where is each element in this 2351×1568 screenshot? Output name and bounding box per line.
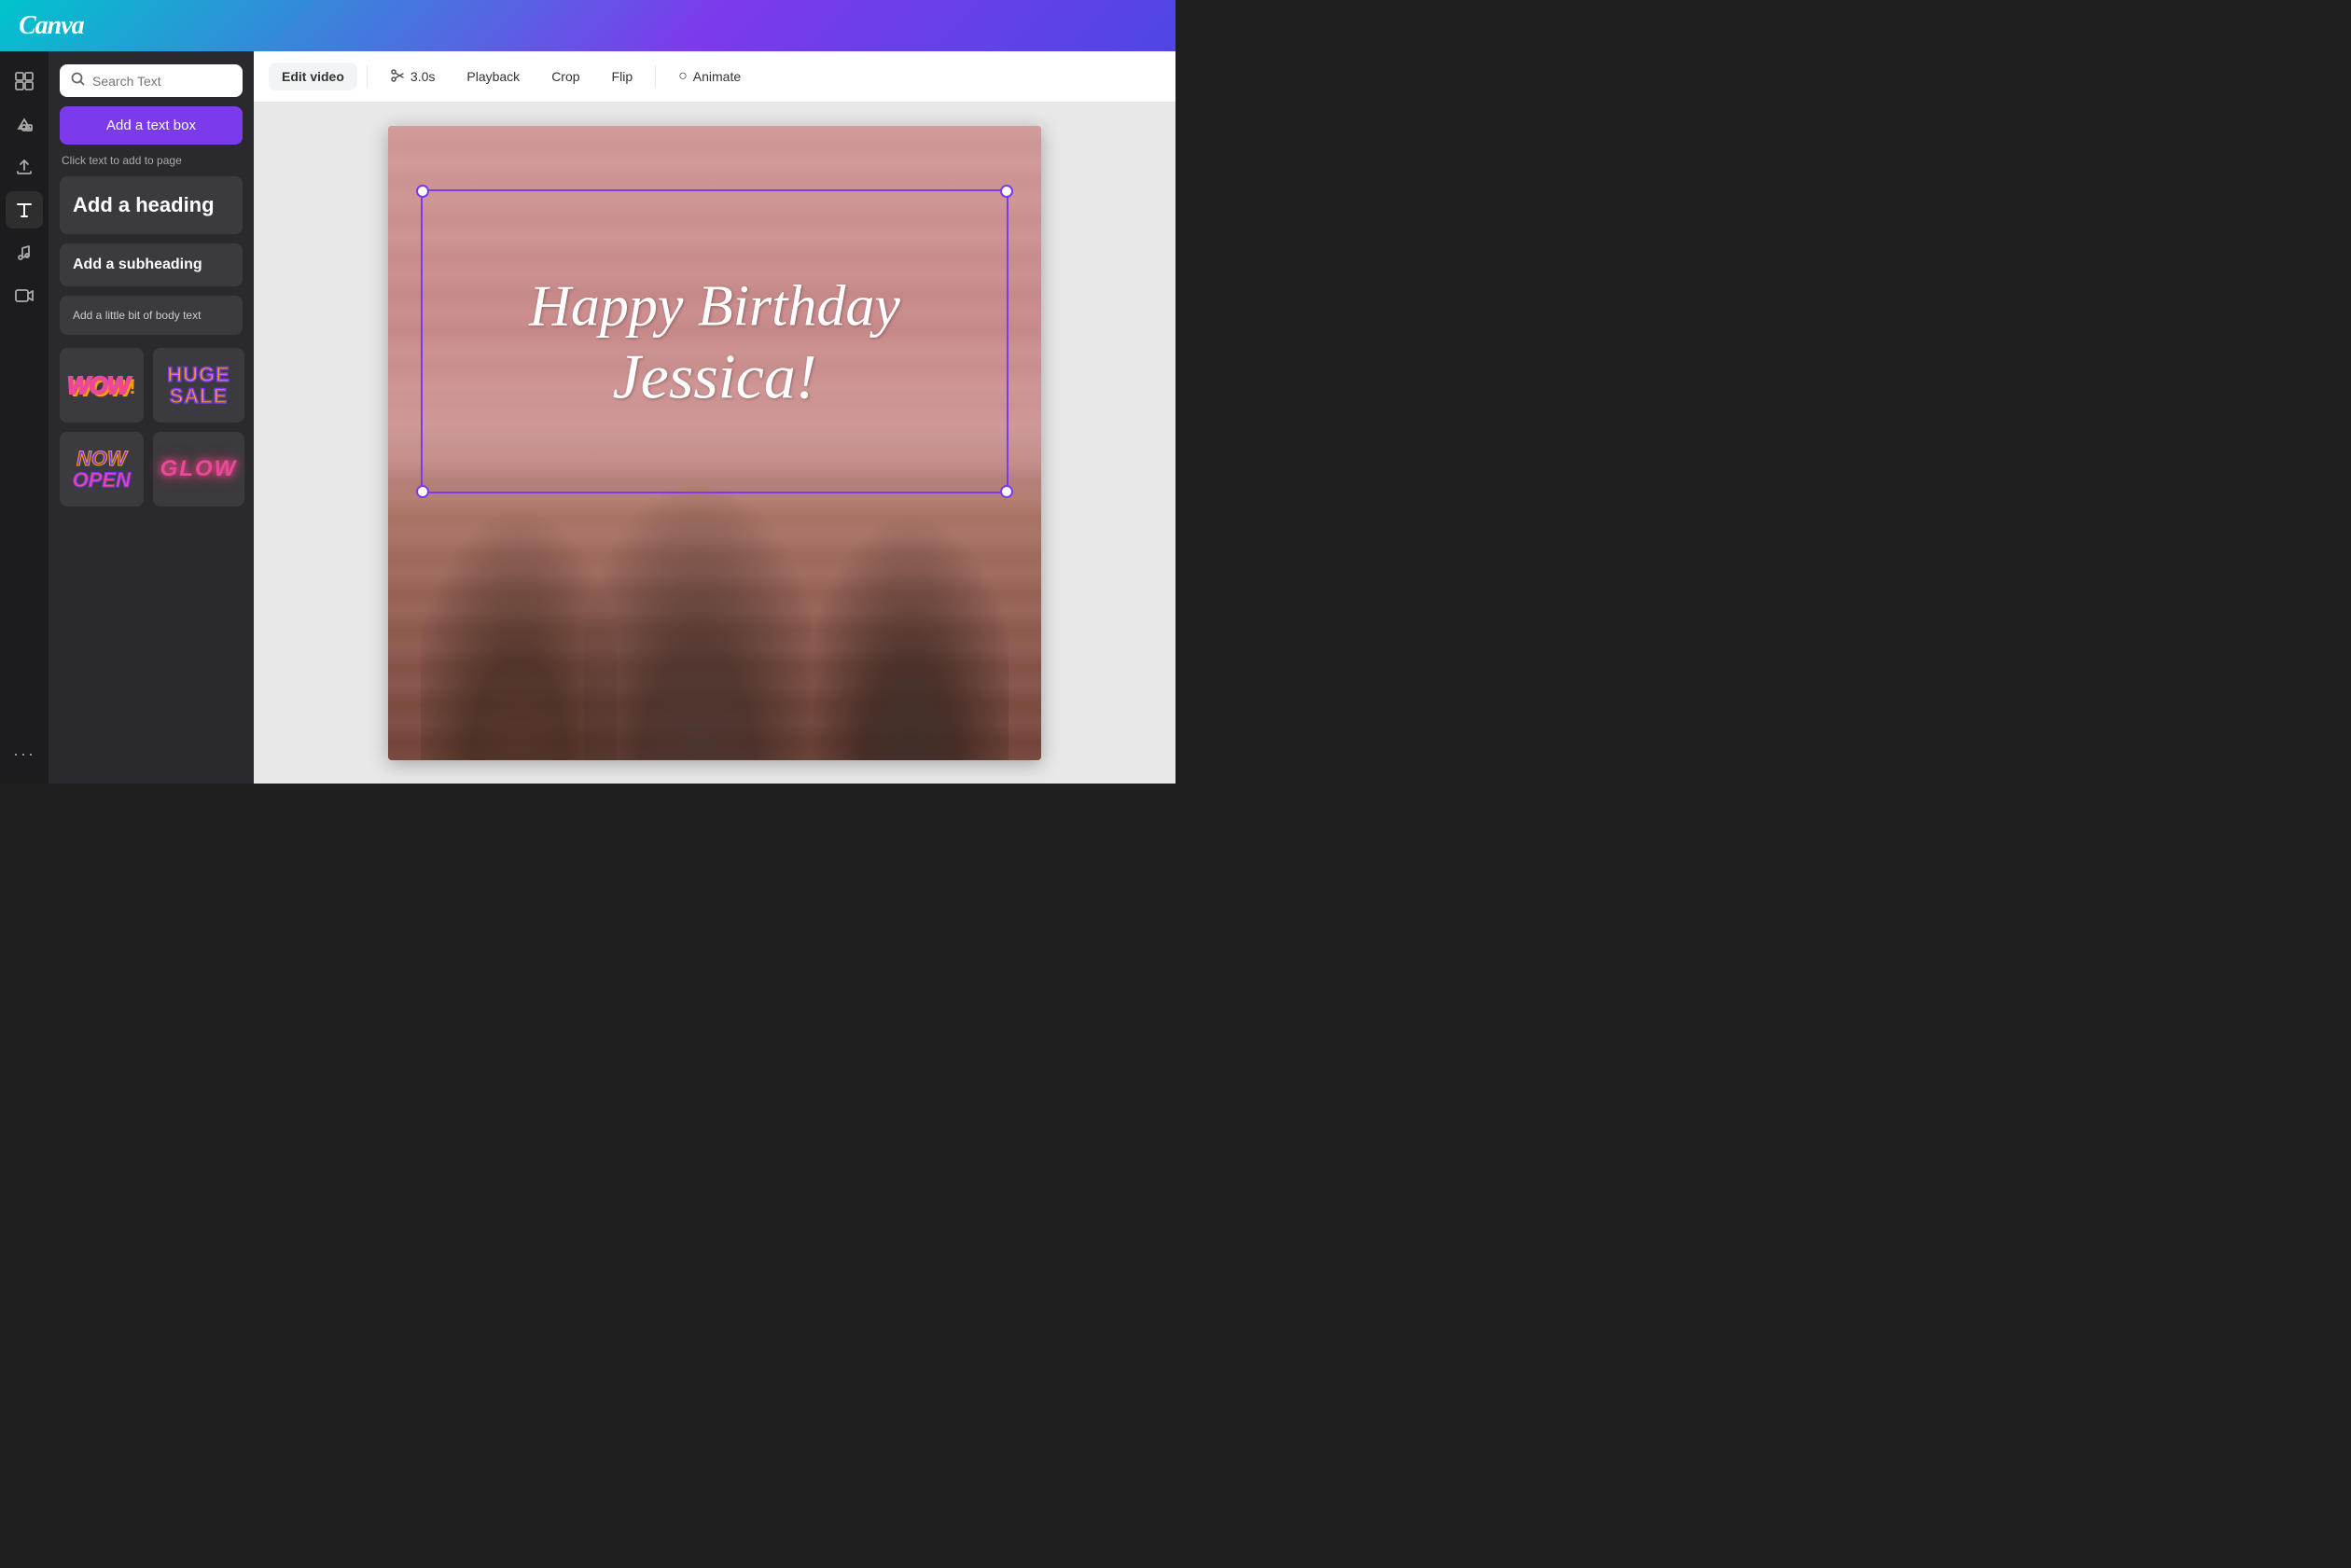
body-style-item[interactable]: Add a little bit of body text <box>60 296 243 335</box>
toolbar-divider-2 <box>655 65 656 88</box>
subheading-style-item[interactable]: Add a subheading <box>60 243 243 286</box>
heading-style-label: Add a heading <box>73 193 215 216</box>
app-header: Canva <box>0 0 1176 51</box>
sidebar-item-text[interactable] <box>6 191 43 229</box>
heading-style-item[interactable]: Add a heading <box>60 176 243 234</box>
now-open-preset[interactable]: NOW OPEN <box>60 432 144 506</box>
glow-text: GLOW <box>160 456 238 482</box>
playback-button[interactable]: Playback <box>453 62 533 90</box>
sidebar-item-audio[interactable] <box>6 234 43 271</box>
selection-handle-tl[interactable] <box>416 185 429 198</box>
animate-label: Animate <box>693 69 741 84</box>
wow-text: WOW! <box>67 371 136 400</box>
flip-button[interactable]: Flip <box>599 62 647 90</box>
glow-preset[interactable]: GLOW <box>153 432 245 506</box>
icon-sidebar: ··· <box>0 51 49 784</box>
search-box[interactable] <box>60 64 243 97</box>
add-textbox-button[interactable]: Add a text box <box>60 106 243 145</box>
sidebar-item-video[interactable] <box>6 277 43 314</box>
huge-sale-preset[interactable]: HUGE SALE <box>153 348 245 423</box>
sidebar-item-more[interactable]: ··· <box>6 735 43 772</box>
sidebar-item-uploads[interactable] <box>6 148 43 186</box>
toolbar-divider-1 <box>367 65 368 88</box>
toolbar: Edit video 3.0s Playback Crop Flip <box>254 51 1176 103</box>
scissors-button[interactable]: 3.0s <box>377 62 448 92</box>
main-layout: ··· Add a text box Click text to add to … <box>0 51 1176 784</box>
canvas-frame[interactable]: Happy Birthday Jessica! <box>388 126 1041 760</box>
birthday-text[interactable]: Happy Birthday Jessica! <box>529 272 900 411</box>
animate-icon: ○ <box>678 68 688 85</box>
sidebar-item-elements[interactable] <box>6 105 43 143</box>
body-style-label: Add a little bit of body text <box>73 309 201 322</box>
subheading-style-label: Add a subheading <box>73 257 202 272</box>
scissors-icon <box>390 68 405 86</box>
birthday-line1: Happy Birthday <box>529 272 900 341</box>
text-panel: Add a text box Click text to add to page… <box>49 51 254 784</box>
search-icon <box>71 72 85 90</box>
now-open-text: NOW OPEN <box>73 448 131 491</box>
style-presets-grid: WOW! HUGE SALE NOW OPEN GLOW <box>60 348 243 506</box>
canvas-viewport[interactable]: Happy Birthday Jessica! <box>254 103 1176 784</box>
canvas-area: Edit video 3.0s Playback Crop Flip <box>254 51 1176 784</box>
search-input[interactable] <box>92 74 231 89</box>
sidebar-item-layout[interactable] <box>6 62 43 100</box>
crop-button[interactable]: Crop <box>538 62 592 90</box>
duration-label: 3.0s <box>410 69 435 84</box>
huge-sale-text: HUGE SALE <box>167 364 230 407</box>
selection-handle-tr[interactable] <box>1000 185 1013 198</box>
edit-video-button[interactable]: Edit video <box>269 62 357 90</box>
wow-preset[interactable]: WOW! <box>60 348 144 423</box>
birthday-line2: Jessica! <box>529 341 900 411</box>
canva-logo: Canva <box>19 11 84 41</box>
text-selection-box[interactable]: Happy Birthday Jessica! <box>421 189 1009 493</box>
click-hint-text: Click text to add to page <box>60 154 243 167</box>
animate-button[interactable]: ○ Animate <box>665 62 754 91</box>
